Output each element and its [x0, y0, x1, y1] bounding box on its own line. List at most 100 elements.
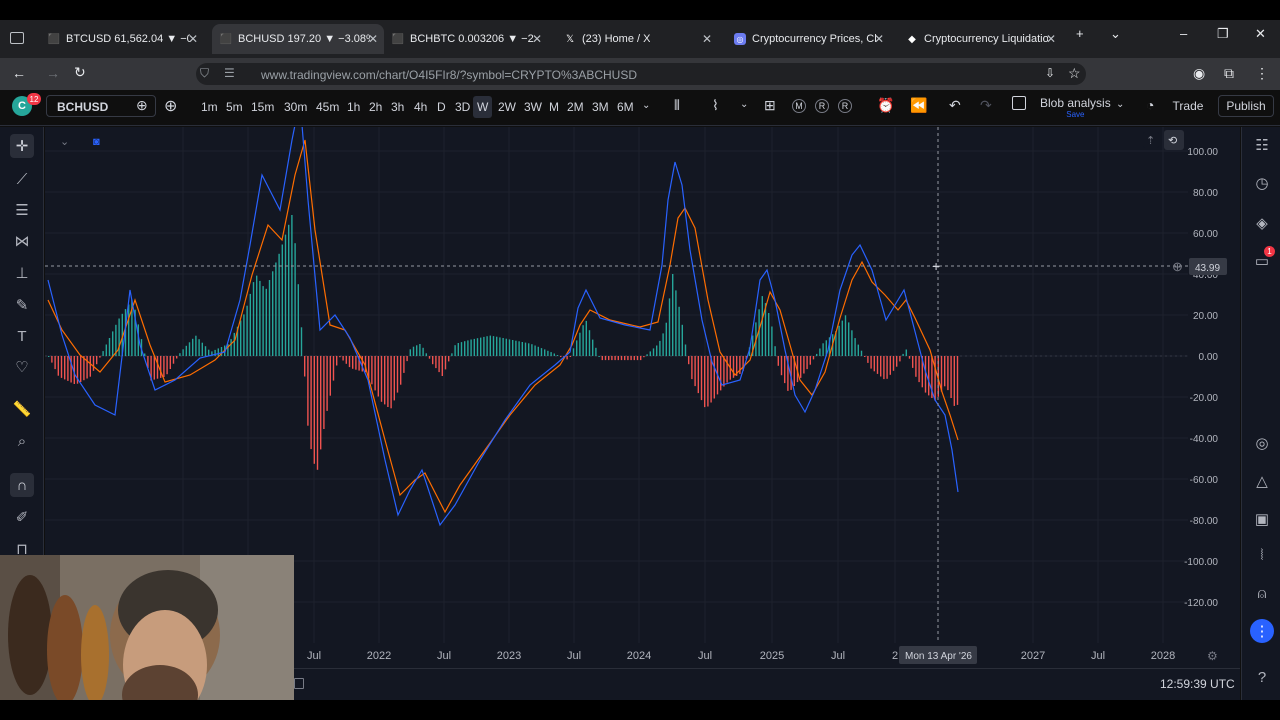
heart-icon[interactable]: ♡	[10, 355, 34, 379]
install-app-icon[interactable]: ⇩	[1045, 66, 1055, 80]
replay-rewind-icon[interactable]: ⏪	[910, 97, 927, 114]
extensions-icon[interactable]: ⧉	[1224, 65, 1234, 82]
timeframe-button[interactable]: W	[473, 96, 493, 118]
profile-icon[interactable]: ◉	[1193, 65, 1205, 82]
quick-search-icon[interactable]: ◔	[1146, 97, 1154, 113]
alerts-clock-icon[interactable]: ◷	[1250, 171, 1274, 195]
timeframe-button[interactable]: 5m	[226, 100, 243, 114]
close-tab-icon[interactable]: ✕	[368, 32, 378, 46]
notifications-icon[interactable]: ⍝	[1250, 581, 1274, 605]
watchlist-icon[interactable]: ☷	[1250, 133, 1274, 157]
crosshair-cursor-icon[interactable]: ✛	[10, 134, 34, 158]
redo-icon[interactable]: ↷	[980, 97, 992, 114]
tab-list-chevron-icon[interactable]: ⌄	[1110, 26, 1121, 42]
browser-tab[interactable]: ⬛ BCHBTC 0.003206 ▼ −2.79%✕	[384, 24, 548, 54]
layout-chevron-icon[interactable]: ⌄	[1116, 99, 1124, 110]
back-arrow-icon[interactable]: ←	[12, 65, 26, 81]
apps-grid-icon[interactable]: ⋮	[1250, 619, 1274, 643]
replay-button[interactable]: M	[792, 99, 806, 113]
compare-plus-icon[interactable]: ⊕	[136, 97, 148, 114]
magnet-icon[interactable]: ∩	[10, 473, 34, 497]
timeframe-button[interactable]: 45m	[316, 100, 339, 114]
lock-drawings-icon[interactable]: ✐	[10, 505, 34, 529]
close-tab-icon[interactable]: ✕	[874, 32, 884, 46]
bookmark-star-icon[interactable]: ☆	[1068, 65, 1081, 82]
close-tab-icon[interactable]: ✕	[702, 32, 712, 46]
reload-icon[interactable]: ↻	[74, 64, 86, 81]
timeframe-button[interactable]: 2h	[369, 100, 382, 114]
layout-square-icon[interactable]	[1012, 96, 1026, 110]
browser-menu-icon[interactable]: ⋮	[1255, 65, 1269, 82]
text-tool-icon[interactable]: T	[10, 324, 34, 348]
bar-style-candle-icon[interactable]: ⫴	[674, 97, 680, 114]
new-tab-button[interactable]: +	[1076, 26, 1084, 41]
timeframe-button[interactable]: 3h	[391, 100, 404, 114]
brush-icon[interactable]: ✎	[10, 293, 34, 317]
site-settings-icon[interactable]: ☰	[224, 66, 235, 80]
refresh-indicator-icon[interactable]: ◙	[93, 136, 100, 148]
zoom-in-icon[interactable]: ⌕	[10, 429, 34, 453]
timeframe-button[interactable]: 2M	[567, 100, 584, 114]
close-window-button[interactable]: ✕	[1255, 26, 1266, 42]
arrow-up-icon[interactable]: ⇡	[1146, 135, 1155, 147]
timeframe-button[interactable]: D	[437, 100, 446, 114]
timeframe-button[interactable]: 4h	[414, 100, 427, 114]
trade-button[interactable]: Trade	[1168, 96, 1208, 116]
browser-tab[interactable]: ⬛ BCHUSD 197.20 ▼ −3.08% | ✕	[212, 24, 384, 54]
trend-line-icon[interactable]: ⟋	[10, 167, 34, 191]
forward-arrow-icon[interactable]: →	[46, 65, 60, 81]
browser-tab[interactable]: ◎ Cryptocurrency Prices, Chart✕	[726, 24, 890, 54]
timeframe-button[interactable]: 3D	[455, 100, 470, 114]
close-tab-icon[interactable]: ✕	[188, 32, 198, 46]
timeframe-button[interactable]: 3M	[592, 100, 609, 114]
compass-icon[interactable]: ◎	[1250, 431, 1274, 455]
help-icon[interactable]: ?	[1250, 665, 1274, 689]
object-tree-icon[interactable]: ◈	[1250, 211, 1274, 235]
browser-tab[interactable]: ◆ Cryptocurrency Liquidation ✕	[898, 24, 1062, 54]
url-text[interactable]: www.tradingview.com/chart/O4I5FIr8/?symb…	[261, 68, 637, 82]
timeframe-button[interactable]: 30m	[284, 100, 307, 114]
site-security-icon[interactable]: ⛉	[200, 66, 209, 81]
utc-clock[interactable]: 12:59:39 UTC	[1160, 677, 1235, 691]
timeframe-button[interactable]: 15m	[251, 100, 274, 114]
date-range-calendar-icon[interactable]	[294, 678, 304, 689]
prediction-tool-icon[interactable]: ⊥	[10, 261, 34, 285]
undo-icon[interactable]: ↶	[949, 97, 961, 114]
layout-grid-icon[interactable]: ⊞	[764, 97, 776, 114]
collapse-legend-icon[interactable]: ⌄	[60, 136, 69, 148]
time-axis-settings-icon[interactable]: ⚙	[1207, 649, 1218, 663]
histogram-bar	[54, 356, 56, 370]
timeframe-button[interactable]: 2W	[498, 100, 516, 114]
x-axis-tick: 2022	[367, 650, 391, 662]
streams-icon[interactable]: ⦚	[1250, 543, 1274, 567]
timeframe-chevron-icon[interactable]: ⌄	[642, 100, 650, 111]
layout-name-button[interactable]: Blob analysis Save	[1040, 96, 1111, 119]
timeframe-button[interactable]: 1m	[201, 100, 218, 114]
calendar-icon[interactable]: ▣	[1250, 507, 1274, 531]
restore-button[interactable]: ❐	[1217, 26, 1229, 42]
os-bottom-strip	[0, 700, 1280, 720]
close-tab-icon[interactable]: ✕	[1046, 32, 1056, 46]
timeframe-button[interactable]: 6M	[617, 100, 634, 114]
ideas-icon[interactable]: △	[1250, 469, 1274, 493]
browser-tab[interactable]: ⬛ BTCUSD 61,562.04 ▼ −0.24%✕	[40, 24, 204, 54]
publish-button[interactable]: Publish	[1218, 95, 1274, 117]
crosshair-plus-icon[interactable]: ⊕	[1172, 259, 1183, 274]
timeframe-button[interactable]: 1h	[347, 100, 360, 114]
minimize-button[interactable]: –	[1180, 26, 1187, 41]
ruler-icon[interactable]: 📏	[10, 397, 34, 421]
timeframe-button[interactable]: M	[549, 100, 559, 114]
fib-levels-icon[interactable]: ☰	[10, 198, 34, 222]
replay-button[interactable]: R	[815, 99, 829, 113]
close-tab-icon[interactable]: ✕	[532, 32, 542, 46]
browser-tab[interactable]: 𝕏 (23) Home / X ✕	[556, 24, 718, 54]
pattern-tool-icon[interactable]: ⋈	[10, 229, 34, 253]
indicators-chevron-icon[interactable]: ⌄	[740, 99, 748, 110]
timeframe-button[interactable]: 3W	[524, 100, 542, 114]
add-symbol-icon[interactable]: ⊕	[164, 96, 177, 116]
tab-search-icon[interactable]	[10, 32, 24, 44]
replay-button[interactable]: R	[838, 99, 852, 113]
indicators-icon[interactable]: ⌇	[712, 97, 719, 114]
histogram-bar	[688, 356, 690, 365]
alert-add-icon[interactable]: ⏰	[877, 97, 894, 114]
